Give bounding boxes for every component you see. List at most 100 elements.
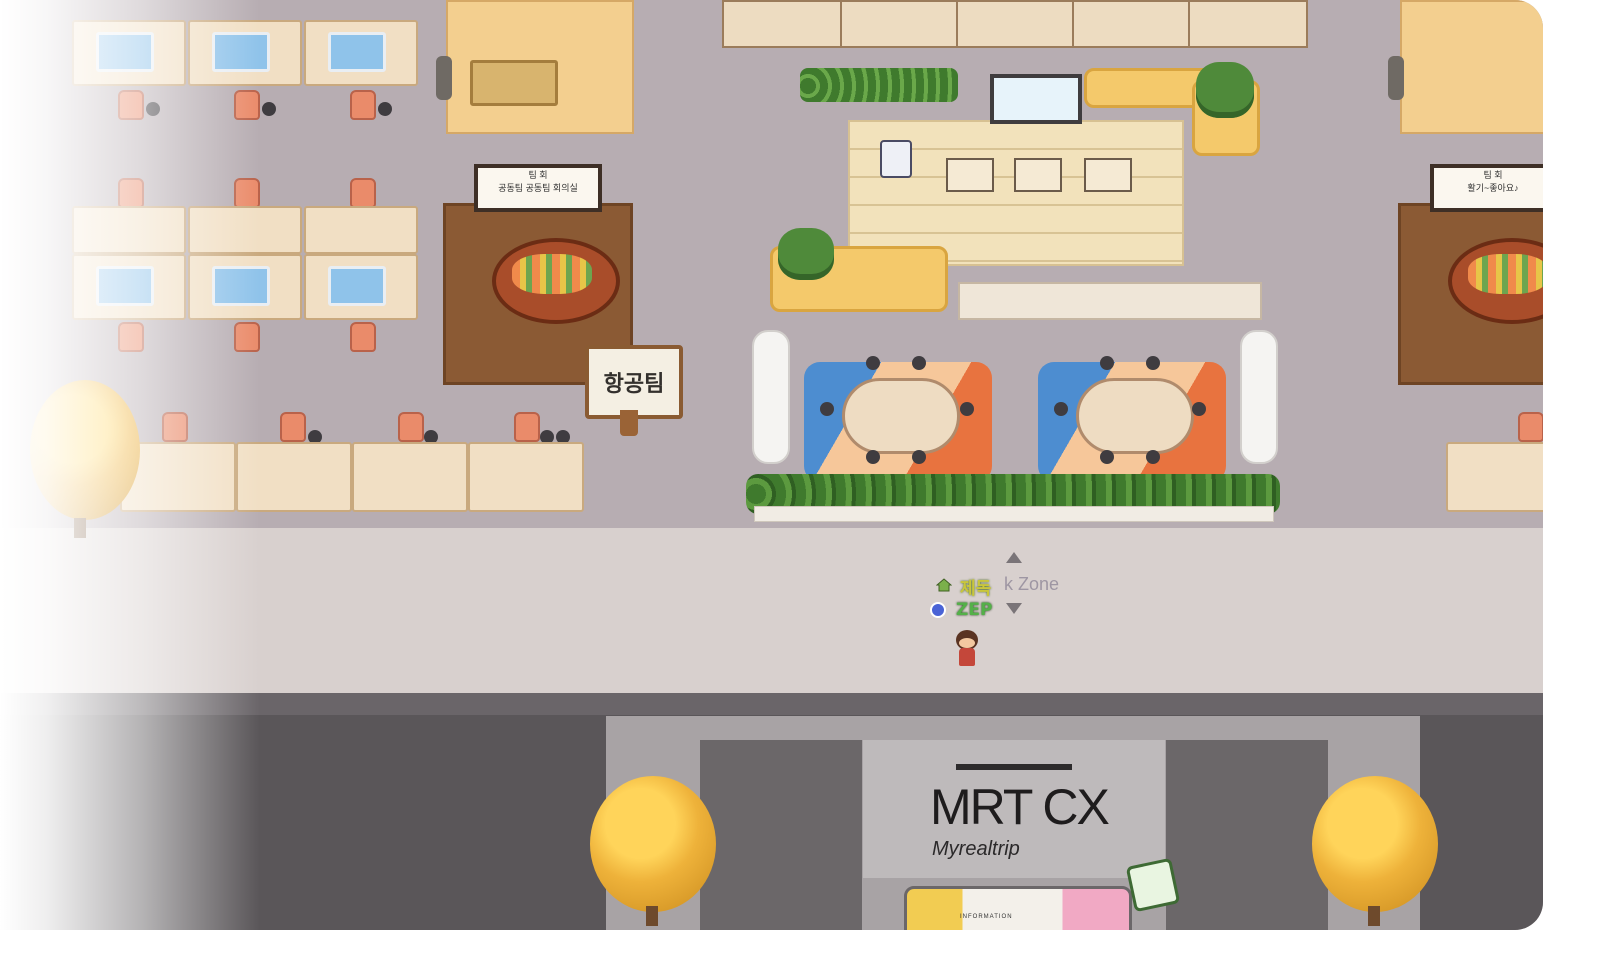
small-table[interactable] [1014, 158, 1062, 192]
office-chair[interactable] [118, 322, 144, 352]
stool[interactable] [1100, 450, 1114, 464]
board-line: 팀 회 [528, 170, 548, 180]
desk[interactable] [1188, 0, 1308, 48]
desk[interactable] [722, 0, 842, 48]
desk[interactable] [188, 206, 302, 254]
autumn-tree [590, 776, 716, 912]
walkway[interactable] [0, 528, 1543, 693]
chevron-down-icon[interactable] [1006, 603, 1022, 614]
autumn-tree [30, 380, 140, 520]
zep-badge-icon [930, 602, 946, 618]
desk[interactable] [188, 20, 302, 86]
water-purifier[interactable] [880, 140, 912, 178]
office-chair[interactable] [118, 90, 144, 120]
lobby-door-left[interactable] [700, 740, 862, 930]
stool [378, 102, 392, 116]
lobby-edge [0, 693, 1543, 715]
stool[interactable] [1054, 402, 1068, 416]
lobby-door-right[interactable] [1166, 740, 1328, 930]
office-chair[interactable] [350, 178, 376, 208]
bbq-grill[interactable] [492, 238, 620, 324]
desk[interactable] [72, 20, 186, 86]
tree-trunk [1368, 906, 1380, 926]
stool [262, 102, 276, 116]
plant [778, 228, 834, 280]
home-icon [936, 578, 952, 592]
stool[interactable] [1192, 402, 1206, 416]
office-chair[interactable] [350, 90, 376, 120]
stool[interactable] [960, 402, 974, 416]
stool[interactable] [1146, 450, 1160, 464]
lamp [436, 56, 452, 100]
office-chair[interactable] [234, 178, 260, 208]
avatar-face [959, 638, 975, 648]
office-chair[interactable] [1518, 412, 1543, 442]
desk[interactable] [1446, 442, 1543, 512]
chevron-up-icon[interactable] [1006, 552, 1022, 563]
picnic-table[interactable] [470, 60, 558, 106]
desk[interactable] [468, 442, 584, 512]
tree-trunk [74, 518, 86, 538]
hedge-base [754, 506, 1274, 522]
room-board-left: 팀 회 공동팀 공동팀 회의실 [474, 164, 602, 212]
desk[interactable] [72, 254, 186, 320]
desk[interactable] [304, 254, 418, 320]
autumn-tree [1312, 776, 1438, 912]
stool[interactable] [1100, 356, 1114, 370]
brand-subtitle: Myrealtrip [932, 838, 1020, 860]
game-viewport[interactable]: 팀 회 공동팀 공동팀 회의실 항공팀 팀 회 활기~좋아요♪ MRT CX M… [0, 0, 1543, 930]
lamp [1388, 56, 1404, 100]
picture-frame-icon[interactable] [1125, 857, 1181, 913]
team-sign[interactable]: 항공팀 [585, 345, 683, 419]
small-table[interactable] [946, 158, 994, 192]
desk[interactable] [304, 206, 418, 254]
stool[interactable] [912, 356, 926, 370]
small-table[interactable] [1084, 158, 1132, 192]
office-chair[interactable] [234, 90, 260, 120]
stool[interactable] [820, 402, 834, 416]
player-name: 제독 [960, 579, 992, 599]
meeting-table[interactable] [1076, 378, 1194, 454]
office-chair[interactable] [280, 412, 306, 442]
zep-label: ZEP [956, 600, 993, 620]
tree-trunk [646, 906, 658, 926]
information-label: INFORMATION [960, 914, 1013, 920]
office-chair[interactable] [162, 412, 188, 442]
desk[interactable] [188, 254, 302, 320]
whiteboard[interactable] [990, 74, 1082, 124]
desk[interactable] [1072, 0, 1190, 48]
stool[interactable] [1146, 356, 1160, 370]
player-avatar[interactable] [959, 648, 975, 666]
desk[interactable] [304, 20, 418, 86]
sign-post [620, 410, 638, 436]
sand-lounge-right [1400, 0, 1543, 134]
pillar [752, 330, 790, 464]
board-line: 활기~좋아요♪ [1467, 183, 1519, 193]
desk[interactable] [352, 442, 468, 512]
office-chair[interactable] [398, 412, 424, 442]
office-chair[interactable] [514, 412, 540, 442]
desk[interactable] [72, 206, 186, 254]
stool[interactable] [866, 356, 880, 370]
desk[interactable] [956, 0, 1074, 48]
stool[interactable] [912, 450, 926, 464]
desk[interactable] [236, 442, 352, 512]
stool[interactable] [866, 450, 880, 464]
room-board-right: 팀 회 활기~좋아요♪ [1430, 164, 1543, 212]
zone-label: k Zone [1004, 574, 1060, 594]
office-chair[interactable] [350, 322, 376, 352]
desk[interactable] [840, 0, 958, 48]
hedge-planter [800, 68, 958, 102]
meeting-table[interactable] [842, 378, 960, 454]
information-desk[interactable] [904, 886, 1132, 930]
brand-title: MRT CX [930, 779, 1110, 835]
board-line: 공동팀 공동팀 회의실 [498, 183, 578, 193]
office-chair[interactable] [234, 322, 260, 352]
office-chair[interactable] [118, 178, 144, 208]
stool [146, 102, 160, 116]
brand-bar [956, 764, 1072, 770]
plant [1196, 62, 1254, 118]
pillar [1240, 330, 1278, 464]
board-line: 팀 회 [1483, 170, 1503, 180]
shelf [958, 282, 1262, 320]
